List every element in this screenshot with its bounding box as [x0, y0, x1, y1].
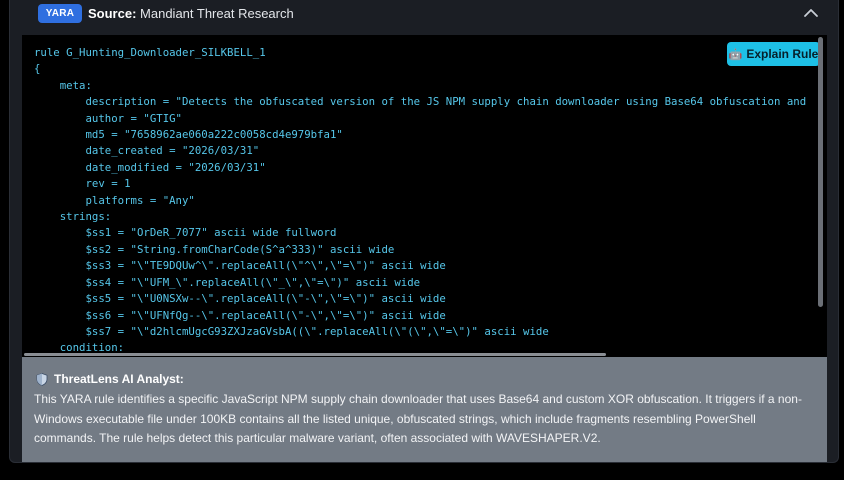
analyst-title: ThreatLens AI Analyst: — [36, 372, 184, 386]
code-line: author = "GTIG" — [34, 111, 182, 125]
code-line: $ss3 = "\"TE9DQUw^\".replaceAll(\"^\",\"… — [34, 259, 446, 273]
shield-icon — [36, 372, 48, 386]
code-line: strings: — [34, 210, 112, 224]
horizontal-scrollbar[interactable] — [24, 353, 606, 356]
analyst-summary: This YARA rule identifies a specific Jav… — [34, 392, 802, 445]
source-value: Mandiant Threat Research — [140, 6, 294, 21]
ai-analyst-panel: ThreatLens AI Analyst: This YARA rule id… — [22, 357, 827, 462]
source-line: Source: Mandiant Threat Research — [88, 6, 294, 21]
code-line: $ss6 = "\"UFNfQg--\".replaceAll(\"-\",\"… — [34, 308, 446, 322]
code-line: { — [34, 62, 41, 76]
vertical-scrollbar[interactable] — [818, 37, 823, 307]
code-line: rule G_Hunting_Downloader_SILKBELL_1 — [34, 46, 266, 59]
code-line: date_created = "2026/03/31" — [34, 144, 260, 158]
explain-rule-label: Explain Rule — [746, 47, 819, 61]
yara-rule-code: rule G_Hunting_Downloader_SILKBELL_1 { m… — [34, 45, 806, 357]
code-line: $ss5 = "\"U0NSXw--\".replaceAll(\"-\",\"… — [34, 292, 446, 306]
code-line: $ss4 = "\"UFM_\".replaceAll(\"_\",\"=\")… — [34, 275, 421, 289]
explain-rule-button[interactable]: 🤖 Explain Rule — [727, 42, 820, 66]
code-line: $ss2 = "String.fromCharCode(S^a^333)" as… — [34, 242, 395, 256]
yara-badge: YARA — [38, 4, 82, 23]
code-line: description = "Detects the obfuscated ve… — [34, 95, 807, 109]
code-line: meta: — [34, 78, 92, 92]
code-line: $ss7 = "\"d2hlcmUgcG93ZXJzaGVsbA((\".rep… — [34, 324, 549, 338]
rule-panel: YARA Source: Mandiant Threat Research ru… — [9, 0, 839, 463]
code-line: $ss1 = "OrDeR_7077" ascii wide fullword — [34, 226, 337, 240]
code-block: rule G_Hunting_Downloader_SILKBELL_1 { m… — [22, 35, 827, 357]
analyst-title-label: ThreatLens AI Analyst: — [54, 372, 184, 386]
source-label: Source: — [88, 6, 137, 21]
code-line: date_modified = "2026/03/31" — [34, 160, 266, 174]
code-line: platforms = "Any" — [34, 193, 195, 207]
chevron-up-icon[interactable] — [802, 6, 820, 20]
code-line: md5 = "7658962ae060a222c0058cd4e979bfa1" — [34, 128, 343, 142]
panel-header[interactable]: YARA Source: Mandiant Threat Research — [10, 0, 838, 30]
robot-icon: 🤖 — [728, 48, 743, 61]
code-line: rev = 1 — [34, 177, 131, 191]
